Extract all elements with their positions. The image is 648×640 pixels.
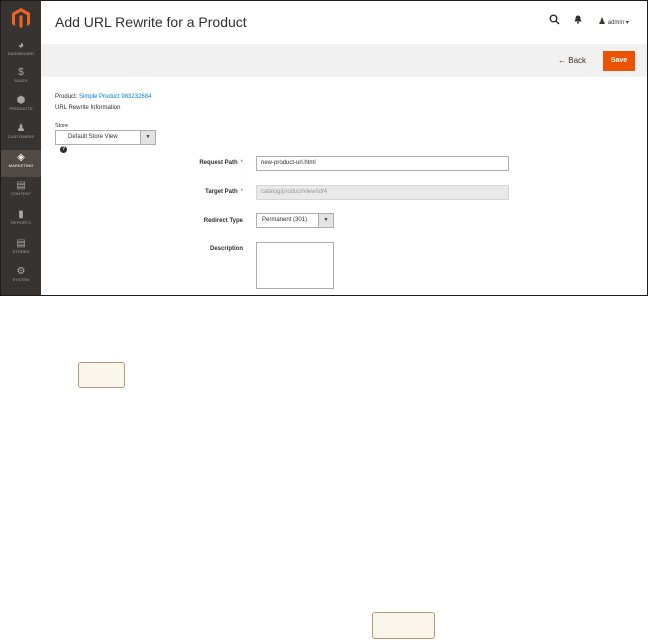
store-select[interactable]: Default Store View ▼ [55,130,156,145]
sidebar-item-marketing[interactable]: ◈ MARKETING [1,150,41,177]
product-line: Product: Simple Product 983232684 [55,94,151,100]
target-path-label-text: Target Path [205,189,238,195]
sidebar-item-label: REPORTS [11,220,31,225]
admin-window: ◕ DASHBOARD $ SALES ⬢ PRODUCTS ♟ CUSTOME… [0,0,648,296]
store-label: Store [55,123,69,129]
magento-logo [12,8,30,28]
person-icon: ♟ [16,123,26,134]
sidebar-item-label: DASHBOARD [7,51,35,56]
page-actions-bar [41,44,647,77]
sidebar-item-label: SALES [14,78,28,83]
target-path-label: Target Path * [163,189,243,195]
section-title: URL Rewrite Information [55,105,121,111]
chevron-down-icon: ▼ [140,131,155,144]
sidebar: ◕ DASHBOARD $ SALES ⬢ PRODUCTS ♟ CUSTOME… [1,1,41,295]
redirect-type-value: Permanent (301) [262,217,308,223]
back-label: Back [568,56,587,65]
request-path-label: Request Path * [163,160,243,166]
help-icon[interactable]: ? [60,146,67,153]
description-label: Description [209,246,243,252]
sidebar-item-label: MARKETING [8,163,34,168]
request-path-input[interactable]: new-product-url.html [256,156,509,171]
store-icon: ▤ [16,238,26,249]
sidebar-item-label: CUSTOMERS [7,134,35,139]
arrow-left-icon: ← [558,56,566,65]
user-icon: ♟ [598,16,607,26]
user-name: admin [607,20,625,26]
annotation-box [78,362,125,388]
sidebar-item-sales[interactable]: $ SALES [1,67,41,93]
dashboard-icon: ◕ [17,40,25,51]
sidebar-item-label: SYSTEM [12,277,30,282]
chevron-down-icon: ▼ [318,214,333,227]
user-menu[interactable]: ♟ admin ▾ [598,16,629,27]
gear-icon: ⚙ [16,266,26,277]
required-mark: * [240,189,243,195]
request-path-label-text: Request Path [199,160,238,166]
sidebar-item-system[interactable]: ⚙ SYSTEM [1,266,41,292]
redirect-type-select[interactable]: Permanent (301) ▼ [256,213,334,228]
store-select-value: Default Store View [68,134,118,140]
target-path-input: catalog/product/view/id/4 [256,185,509,200]
sidebar-item-label: CONTENT [10,191,32,196]
sidebar-item-label: STORES [12,249,30,254]
required-mark: * [240,160,243,166]
description-textarea[interactable] [256,242,334,289]
box-icon: ⬢ [16,95,26,106]
sidebar-item-products[interactable]: ⬢ PRODUCTS [1,95,41,121]
sidebar-item-customers[interactable]: ♟ CUSTOMERS [1,123,41,149]
chevron-down-icon: ▾ [625,20,629,26]
megaphone-icon: ◈ [17,152,25,163]
bar-chart-icon: ▮ [18,209,24,220]
dollar-icon: $ [18,67,24,78]
content-icon: ▤ [16,180,26,191]
sidebar-item-dashboard[interactable]: ◕ DASHBOARD [1,40,41,66]
product-label: Product: [55,94,78,100]
search-icon[interactable] [549,14,560,25]
page-title: Add URL Rewrite for a Product [55,14,247,30]
bell-icon[interactable] [574,15,582,24]
sidebar-item-stores[interactable]: ▤ STORES [1,238,41,264]
redirect-type-label: Redirect Type [203,218,243,224]
back-button[interactable]: ← Back [558,56,586,65]
annotation-box [372,612,435,639]
save-button[interactable]: Save [603,51,635,71]
sidebar-item-content[interactable]: ▤ CONTENT [1,180,41,206]
product-link[interactable]: Simple Product 983232684 [79,94,151,100]
sidebar-item-label: PRODUCTS [9,106,33,111]
sidebar-item-reports[interactable]: ▮ REPORTS [1,209,41,235]
